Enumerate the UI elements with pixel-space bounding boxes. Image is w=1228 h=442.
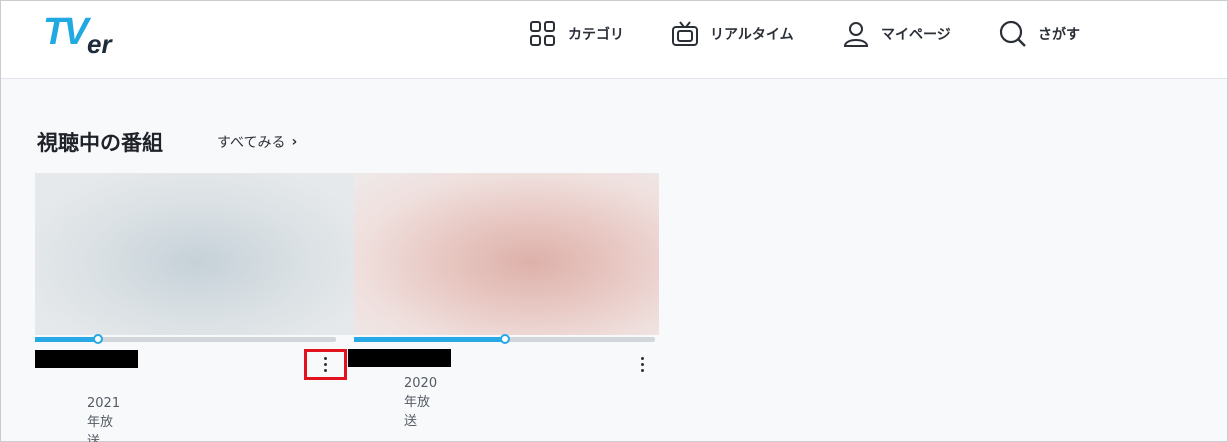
chevron-right-icon: › bbox=[291, 134, 298, 150]
nav-mypage-label: マイページ bbox=[881, 27, 951, 43]
more-vertical-icon bbox=[324, 357, 327, 372]
watch-progress-knob bbox=[500, 334, 510, 344]
watch-progress-bar bbox=[354, 334, 655, 344]
nav-mypage[interactable]: マイページ bbox=[841, 17, 951, 51]
more-options-button[interactable] bbox=[304, 349, 347, 380]
watch-progress-bar bbox=[35, 334, 336, 344]
watch-progress-fill bbox=[354, 337, 505, 342]
watch-progress-fill bbox=[35, 337, 98, 342]
program-thumbnail[interactable] bbox=[35, 173, 360, 335]
grid-icon bbox=[530, 21, 555, 46]
program-title-redacted bbox=[348, 349, 451, 367]
nav-search-label: さがす bbox=[1038, 27, 1080, 43]
program-thumbnail[interactable] bbox=[354, 173, 659, 335]
air-date: 2020年放送 bbox=[404, 376, 438, 429]
tver-logo[interactable]: TV er bbox=[43, 11, 133, 61]
tv-icon bbox=[672, 21, 698, 46]
section-title: 視聴中の番組 bbox=[37, 131, 163, 155]
nav-realtime-label: リアルタイム bbox=[710, 27, 794, 43]
top-header: TV er カテゴリ リアルタイム マイページ さがす bbox=[1, 1, 1227, 79]
search-icon bbox=[999, 20, 1026, 47]
program-title-redacted bbox=[35, 350, 138, 368]
nav-realtime[interactable]: リアルタイム bbox=[670, 17, 794, 51]
nav-search[interactable]: さがす bbox=[998, 17, 1080, 51]
air-date: 2021年放送 bbox=[87, 396, 121, 442]
logo-tv-text: TV bbox=[43, 11, 89, 53]
more-options-button[interactable] bbox=[622, 349, 662, 379]
see-all-label: すべてみる bbox=[217, 135, 286, 151]
nav-category-label: カテゴリ bbox=[568, 27, 624, 43]
more-vertical-icon bbox=[640, 356, 644, 372]
see-all-link[interactable]: すべてみる › bbox=[217, 132, 297, 152]
nav-category[interactable]: カテゴリ bbox=[528, 17, 624, 51]
watch-progress-knob bbox=[93, 334, 103, 344]
user-icon bbox=[843, 22, 869, 47]
logo-er-text: er bbox=[87, 29, 112, 59]
